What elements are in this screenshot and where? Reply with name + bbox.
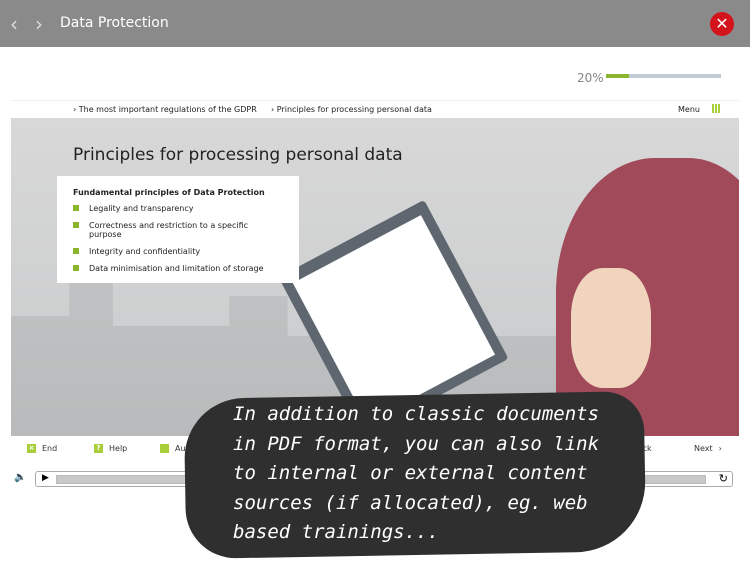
app-title: Data Protection	[60, 15, 169, 31]
grid-menu-icon[interactable]	[712, 104, 721, 113]
text-icon	[160, 444, 169, 453]
next-button[interactable]: Next ›	[694, 444, 722, 453]
breadcrumb-item[interactable]: › Principles for processing personal dat…	[271, 105, 432, 114]
play-icon[interactable]: ▶	[42, 473, 49, 483]
next-label: Next	[694, 444, 713, 453]
top-bar: ‹ › Data Protection ✕	[0, 0, 750, 47]
help-label: Help	[109, 444, 128, 453]
slide-stage: Principles for processing personal data …	[11, 118, 739, 436]
progress-fill	[606, 74, 629, 78]
breadcrumb: › The most important regulations of the …	[11, 100, 739, 118]
end-label: End	[42, 444, 58, 453]
x-icon: ×	[27, 444, 36, 453]
help-button[interactable]: ? Help	[94, 444, 127, 453]
callout-text: In addition to classic documents in PDF …	[233, 403, 600, 543]
forward-chevron-icon[interactable]: ›	[35, 12, 43, 36]
bullet-item: Integrity and confidentiality	[73, 247, 283, 256]
breadcrumb-label: The most important regulations of the GD…	[78, 105, 257, 114]
end-button[interactable]: × End	[27, 444, 57, 453]
box-title: Fundamental principles of Data Protectio…	[73, 188, 265, 197]
bullet-item: Correctness and restriction to a specifi…	[73, 221, 283, 239]
progress-bar	[606, 74, 721, 78]
bullet-item: Legality and transparency	[73, 204, 283, 213]
face-illustration	[571, 268, 651, 388]
progress-label: 20%	[577, 71, 604, 85]
bullet-item: Data minimisation and limitation of stor…	[73, 264, 283, 273]
breadcrumb-item[interactable]: › The most important regulations of the …	[73, 105, 257, 114]
menu-button[interactable]: Menu	[678, 105, 700, 114]
question-icon: ?	[94, 444, 103, 453]
speaker-icon[interactable]: 🔈	[14, 472, 26, 483]
slide-title: Principles for processing personal data	[73, 145, 403, 165]
replay-icon[interactable]: ↻	[719, 472, 728, 485]
principles-box: Fundamental principles of Data Protectio…	[57, 176, 299, 283]
back-chevron-icon[interactable]: ‹	[10, 12, 18, 36]
chevron-right-icon: ›	[718, 444, 722, 453]
close-icon[interactable]: ✕	[710, 12, 734, 36]
breadcrumb-label: Principles for processing personal data	[276, 105, 432, 114]
